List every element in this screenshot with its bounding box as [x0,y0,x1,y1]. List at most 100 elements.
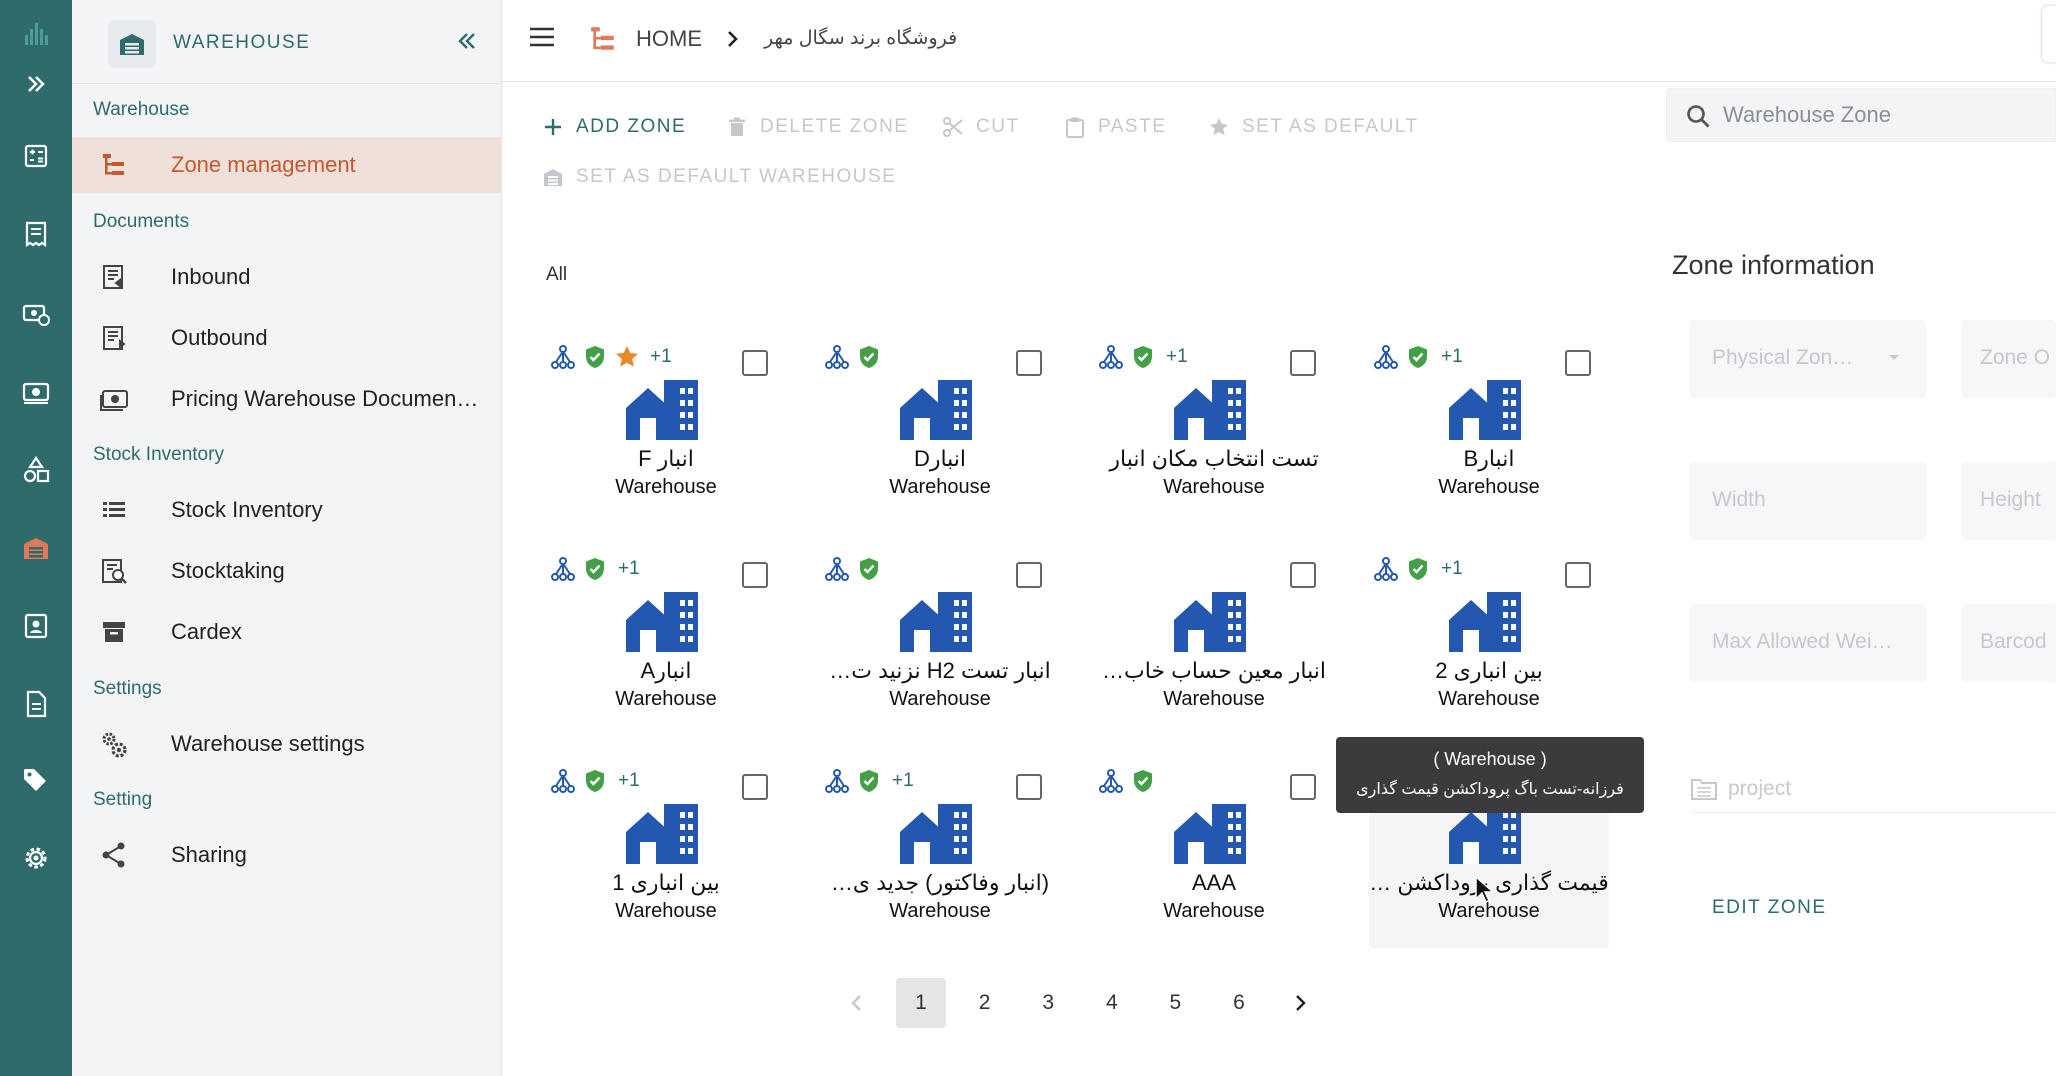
menu-icon[interactable] [524,22,560,52]
icon-rail [0,0,72,1076]
card-type: Warehouse [615,900,717,922]
zone-card[interactable]: +1 انبار F Warehouse [546,334,786,524]
card-checkbox[interactable] [1016,562,1042,588]
page-button[interactable]: 1 [896,978,946,1028]
warehouse-zone-search [1666,88,2056,142]
prev-page-button[interactable] [832,978,882,1028]
card-checkbox[interactable] [1290,350,1316,376]
warehouse-icon[interactable] [0,522,72,574]
corner-button[interactable] [2042,6,2056,62]
pricing-doc-icon [98,383,130,415]
receipt-icon[interactable] [0,208,72,260]
breadcrumb-current: فروشگاه برند سگال مهر [764,28,958,49]
sidebar-item-zone-management[interactable]: Zone management [72,137,502,193]
chevron-right-icon [1296,995,1306,1011]
document-icon[interactable] [0,678,72,730]
card-checkbox[interactable] [742,350,768,376]
card-type: Warehouse [1163,688,1265,710]
page-button[interactable]: 5 [1150,978,1200,1028]
sidebar-item-cardex[interactable]: Cardex [72,604,502,660]
collapse-sidebar-icon[interactable] [452,26,482,56]
zone-card[interactable]: انبار تست H2 نزنید ت… Warehouse [820,546,1060,736]
project-field[interactable]: project [1690,776,1791,802]
card-checkbox[interactable] [1565,350,1591,376]
breadcrumb-tree-icon [588,24,618,54]
gear-icon[interactable] [0,832,72,884]
page-button[interactable]: 2 [960,978,1010,1028]
zone-card[interactable]: انبارD Warehouse [820,334,1060,524]
sidebar-item-inbound[interactable]: Inbound [72,249,502,305]
zone-card[interactable]: +1 بین انباری 1 Warehouse [546,758,786,948]
tags-icon[interactable] [0,754,72,806]
project-underline [1690,812,2056,813]
dropdown-arrow-icon [1889,355,1899,360]
page-button[interactable]: 3 [1023,978,1073,1028]
delete-zone-button[interactable]: DELETE ZONE [726,116,908,138]
zone-card[interactable]: +1 بین انباری 2 Warehouse [1369,546,1609,736]
card-checkbox[interactable] [1016,774,1042,800]
search-input[interactable] [1723,89,2043,141]
search-icon [1687,105,1710,128]
inbound-doc-icon [98,261,130,293]
hierarchy-icon [1099,345,1123,369]
card-type: Warehouse [1163,476,1265,498]
contact-card-icon[interactable] [0,600,72,652]
card-name: انبارD [913,446,967,471]
width-field[interactable]: Width [1690,462,1926,540]
breadcrumb-home[interactable]: HOME [636,26,702,52]
next-page-button[interactable] [1275,978,1325,1028]
money-sync-icon[interactable] [0,288,72,340]
card-checkbox[interactable] [742,562,768,588]
paste-button[interactable]: PASTE [1064,116,1166,138]
add-zone-button[interactable]: ADD ZONE [542,116,686,138]
card-badges: +1 [824,766,914,796]
barcode-field[interactable]: Barcod [1962,604,2056,682]
cut-button[interactable]: CUT [942,116,1020,138]
filter-all[interactable]: All [546,264,567,286]
sidebar-item-stock-inventory[interactable]: Stock Inventory [72,482,502,538]
shapes-icon[interactable] [0,444,72,496]
card-name: انبار معین حساب خاب… [1102,658,1326,683]
warehouse-building-icon [900,380,972,440]
zone-card[interactable]: +1 انبارA Warehouse [546,546,786,736]
warehouse-building-icon [900,804,972,864]
sidebar-item-label: Stocktaking [171,558,285,583]
physical-zone-select[interactable]: Physical Zon… [1690,320,1926,398]
verified-shield-icon [1134,346,1152,368]
card-checkbox[interactable] [1016,350,1042,376]
zone-other-field[interactable]: Zone O [1962,320,2056,398]
zone-card[interactable]: +1 انبارB Warehouse [1369,334,1609,524]
height-field[interactable]: Height [1962,462,2056,540]
calculator-icon[interactable] [0,130,72,182]
page-button[interactable]: 6 [1214,978,1264,1028]
sidebar-item-warehouse-settings[interactable]: Warehouse settings [72,716,502,772]
expand-icon[interactable] [0,58,72,110]
edit-zone-button[interactable]: EDIT ZONE [1712,897,1827,919]
stocktaking-icon [98,555,130,587]
card-name: انبار تست H2 نزنید ت… [829,658,1051,683]
max-weight-field[interactable]: Max Allowed Wei… [1690,604,1926,682]
sidebar-item-pricing-documents[interactable]: Pricing Warehouse Documen… [72,371,502,427]
card-type: Warehouse [615,476,717,498]
page-button[interactable]: 4 [1087,978,1137,1028]
card-checkbox[interactable] [1565,562,1591,588]
card-checkbox[interactable] [742,774,768,800]
card-checkbox[interactable] [1290,774,1316,800]
banknote-icon[interactable] [0,366,72,418]
zone-card[interactable]: +1 (انبار وفاکتور) جدید ی… Warehouse [820,758,1060,948]
default-star-icon [616,346,638,367]
zone-card[interactable]: +1 تست انتخاب مکان انبار Warehouse [1094,334,1334,524]
zone-card[interactable]: AAA Warehouse [1094,758,1334,948]
verified-shield-icon [1134,770,1152,792]
card-name: تست انتخاب مکان انبار [1109,446,1319,471]
card-checkbox[interactable] [1290,562,1316,588]
sidebar-item-stocktaking[interactable]: Stocktaking [72,543,502,599]
sidebar-item-sharing[interactable]: Sharing [72,827,502,883]
sidebar-item-outbound[interactable]: Outbound [72,310,502,366]
set-as-default-warehouse-button[interactable]: SET AS DEFAULT WAREHOUSE [542,166,896,188]
card-name: انبار F [638,446,694,471]
set-as-default-button[interactable]: SET AS DEFAULT [1208,116,1419,138]
app-logo-icon[interactable] [0,8,72,60]
extra-badge-count: +1 [618,558,640,579]
zone-card[interactable]: انبار معین حساب خاب… Warehouse [1094,546,1334,736]
